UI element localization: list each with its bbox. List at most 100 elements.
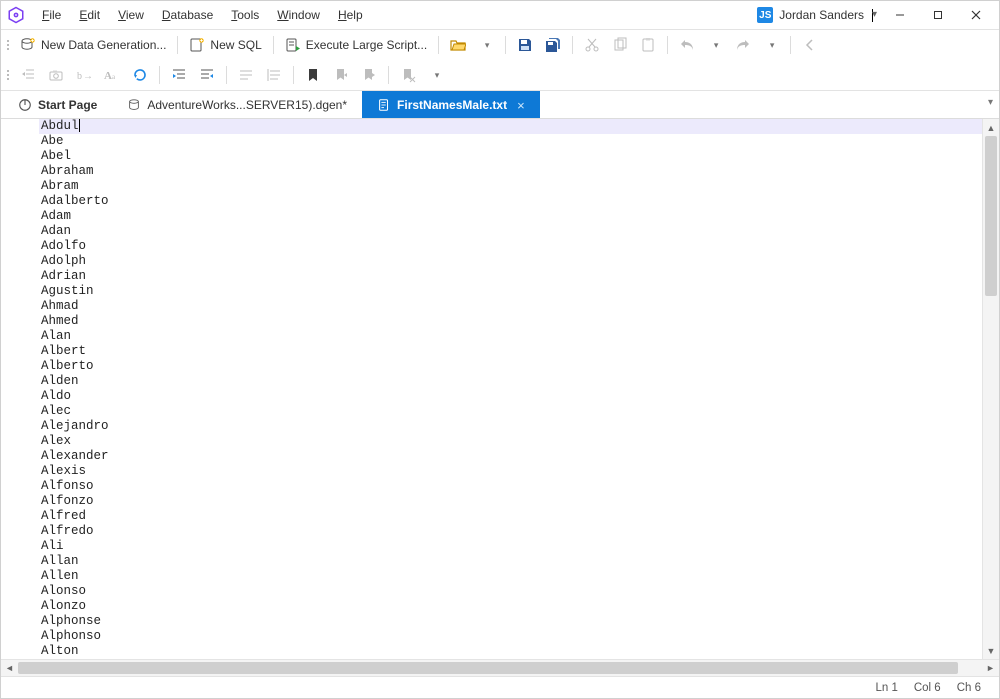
redo-dropdown[interactable]: ▾ bbox=[758, 33, 784, 57]
bookmark-next-button[interactable] bbox=[356, 63, 382, 87]
text-editor[interactable]: AbdulAbeAbelAbrahamAbramAdalbertoAdamAda… bbox=[39, 119, 982, 659]
horizontal-scrollbar[interactable]: ◄ ► bbox=[1, 659, 999, 676]
editor-line[interactable]: Alden bbox=[39, 374, 982, 389]
scroll-left-arrow-icon[interactable]: ◄ bbox=[1, 660, 18, 676]
editor-line[interactable]: Adolph bbox=[39, 254, 982, 269]
bookmark-toggle-button[interactable] bbox=[300, 63, 326, 87]
new-sql-button[interactable]: New SQL bbox=[184, 33, 266, 57]
save-all-button[interactable] bbox=[540, 33, 566, 57]
comment-button[interactable] bbox=[233, 63, 259, 87]
menu-database[interactable]: Database bbox=[155, 4, 220, 26]
editor-line[interactable]: Adalberto bbox=[39, 194, 982, 209]
tabs-overflow-button[interactable]: ▾ bbox=[988, 97, 993, 108]
document-tabs: Start Page AdventureWorks...SERVER15).dg… bbox=[1, 91, 999, 119]
tab-adventureworks-dgen[interactable]: AdventureWorks...SERVER15).dgen* bbox=[112, 91, 362, 118]
editor-line[interactable]: Alberto bbox=[39, 359, 982, 374]
menu-file[interactable]: File bbox=[35, 4, 68, 26]
bookmark-dropdown[interactable]: ▾ bbox=[423, 63, 449, 87]
editor-line[interactable]: Alfred bbox=[39, 509, 982, 524]
editor-line[interactable]: Alphonso bbox=[39, 629, 982, 644]
editor-line[interactable]: Abdul bbox=[39, 119, 982, 134]
outdent-lines-button[interactable] bbox=[15, 63, 41, 87]
redo-button[interactable] bbox=[730, 33, 756, 57]
navigate-back-button[interactable] bbox=[797, 33, 823, 57]
save-button[interactable] bbox=[512, 33, 538, 57]
editor-line[interactable]: Abel bbox=[39, 149, 982, 164]
scroll-right-arrow-icon[interactable]: ► bbox=[982, 660, 999, 676]
undo-dropdown[interactable]: ▾ bbox=[702, 33, 728, 57]
scroll-up-arrow-icon[interactable]: ▲ bbox=[983, 119, 999, 136]
scroll-thumb[interactable] bbox=[18, 662, 958, 674]
editor-line[interactable]: Agustin bbox=[39, 284, 982, 299]
editor-line[interactable]: Abe bbox=[39, 134, 982, 149]
text-caret bbox=[79, 119, 80, 132]
indent-right-button[interactable] bbox=[194, 63, 220, 87]
tab-start-page[interactable]: Start Page bbox=[3, 91, 112, 118]
open-dropdown[interactable]: ▾ bbox=[473, 33, 499, 57]
user-account-menu[interactable]: JS Jordan Sanders ▾ bbox=[751, 5, 879, 25]
editor-line[interactable]: Adam bbox=[39, 209, 982, 224]
editor-line[interactable]: Alphonse bbox=[39, 614, 982, 629]
editor-line[interactable]: Adolfo bbox=[39, 239, 982, 254]
uncomment-button[interactable] bbox=[261, 63, 287, 87]
window-maximize-button[interactable] bbox=[921, 4, 955, 26]
editor-line[interactable]: Ahmad bbox=[39, 299, 982, 314]
editor-line[interactable]: Alec bbox=[39, 404, 982, 419]
editor-line[interactable]: Alan bbox=[39, 329, 982, 344]
camera-button[interactable] bbox=[43, 63, 69, 87]
toolbar-grip-icon[interactable] bbox=[5, 35, 11, 55]
text-file-icon bbox=[377, 98, 391, 112]
toolbar-grip-icon[interactable] bbox=[5, 65, 11, 85]
status-bar: Ln 1 Col 6 Ch 6 bbox=[1, 676, 999, 698]
editor-line[interactable]: Ahmed bbox=[39, 314, 982, 329]
scroll-down-arrow-icon[interactable]: ▼ bbox=[983, 642, 999, 659]
bookmark-clear-button[interactable] bbox=[395, 63, 421, 87]
editor-line[interactable]: Adrian bbox=[39, 269, 982, 284]
editor-line[interactable]: Alonzo bbox=[39, 599, 982, 614]
new-data-generation-button[interactable]: New Data Generation... bbox=[15, 33, 171, 57]
vertical-scrollbar[interactable]: ▲ ▼ bbox=[982, 119, 999, 659]
editor-line[interactable]: Alton bbox=[39, 644, 982, 659]
editor-line[interactable]: Alejandro bbox=[39, 419, 982, 434]
editor-line[interactable]: Abram bbox=[39, 179, 982, 194]
toggle-case-button[interactable]: b→ bbox=[71, 63, 97, 87]
editor-line[interactable]: Alex bbox=[39, 434, 982, 449]
editor-line[interactable]: Alfonso bbox=[39, 479, 982, 494]
copy-button[interactable] bbox=[607, 33, 633, 57]
bookmark-prev-button[interactable] bbox=[328, 63, 354, 87]
refresh-button[interactable] bbox=[127, 63, 153, 87]
editor-line[interactable]: Alexis bbox=[39, 464, 982, 479]
editor-line[interactable]: Alexander bbox=[39, 449, 982, 464]
editor-line[interactable]: Alfonzo bbox=[39, 494, 982, 509]
menu-tools[interactable]: Tools bbox=[224, 4, 266, 26]
editor-gutter bbox=[1, 119, 39, 659]
undo-button[interactable] bbox=[674, 33, 700, 57]
font-size-button[interactable]: Aa bbox=[99, 63, 125, 87]
paste-button[interactable] bbox=[635, 33, 661, 57]
cut-button[interactable] bbox=[579, 33, 605, 57]
editor-line[interactable]: Abraham bbox=[39, 164, 982, 179]
editor-line[interactable]: Adan bbox=[39, 224, 982, 239]
menu-help[interactable]: Help bbox=[331, 4, 370, 26]
indent-left-button[interactable] bbox=[166, 63, 192, 87]
editor-line[interactable]: Ali bbox=[39, 539, 982, 554]
editor-line[interactable]: Allan bbox=[39, 554, 982, 569]
menu-view[interactable]: View bbox=[111, 4, 151, 26]
window-close-button[interactable] bbox=[959, 4, 993, 26]
editor-line[interactable]: Alonso bbox=[39, 584, 982, 599]
editor-line[interactable]: Aldo bbox=[39, 389, 982, 404]
open-button[interactable] bbox=[445, 33, 471, 57]
editor-line[interactable]: Alfredo bbox=[39, 524, 982, 539]
window-minimize-button[interactable] bbox=[883, 4, 917, 26]
tab-close-button[interactable]: × bbox=[517, 98, 525, 113]
editor-line[interactable]: Allen bbox=[39, 569, 982, 584]
scroll-track[interactable] bbox=[18, 660, 982, 676]
menu-window[interactable]: Window bbox=[270, 4, 327, 26]
editor-line[interactable]: Albert bbox=[39, 344, 982, 359]
scroll-thumb[interactable] bbox=[985, 136, 997, 296]
execute-large-script-button[interactable]: Execute Large Script... bbox=[280, 33, 432, 57]
svg-text:b: b bbox=[77, 71, 82, 82]
tab-firstnamesmale-txt[interactable]: FirstNamesMale.txt × bbox=[362, 91, 540, 118]
scroll-track[interactable] bbox=[983, 136, 999, 642]
menu-edit[interactable]: Edit bbox=[72, 4, 107, 26]
